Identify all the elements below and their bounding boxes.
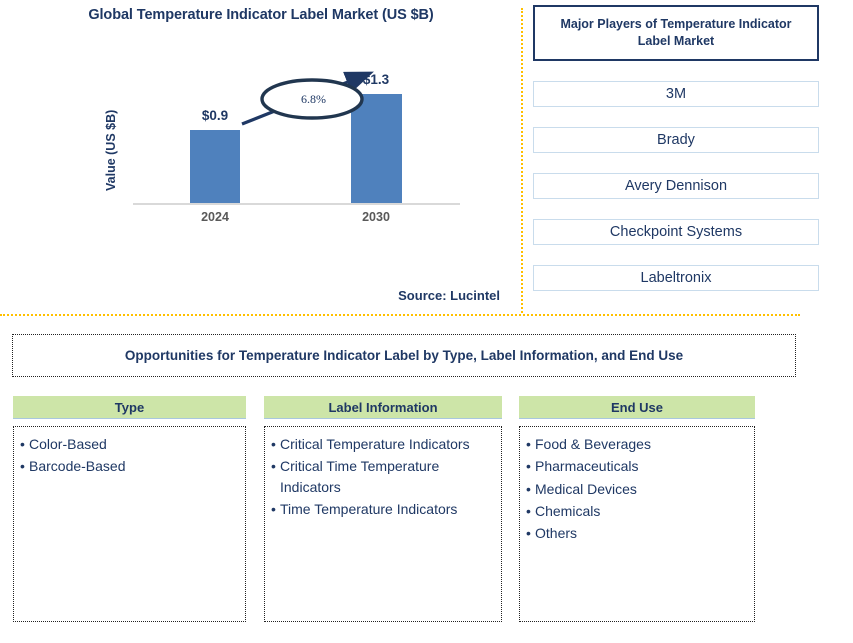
source-label: Source: Lucintel: [398, 288, 500, 303]
horizontal-divider: [0, 314, 800, 316]
list-item: • Barcode-Based: [20, 456, 239, 476]
opportunities-banner: Opportunities for Temperature Indicator …: [12, 334, 796, 377]
x-axis-line: [133, 203, 460, 205]
bullet-icon: •: [526, 436, 531, 452]
vertical-divider: [521, 8, 523, 313]
column-body-type: • Color-Based • Barcode-Based: [13, 426, 246, 622]
bullet-icon: •: [526, 502, 531, 519]
bullet-icon: •: [20, 436, 25, 452]
list-item-label: Pharmaceuticals: [535, 458, 639, 475]
list-item-label: Others: [535, 525, 578, 542]
player-item[interactable]: Labeltronix: [533, 265, 819, 291]
x-tick-2030: 2030: [362, 210, 390, 224]
bullet-icon: •: [271, 436, 276, 452]
bullet-icon: •: [20, 458, 25, 475]
list-item: • Chemicals: [526, 501, 748, 521]
column-body-end-use: • Food & Beverages • Pharmaceuticals • M…: [519, 426, 755, 622]
list-item: • Others: [526, 523, 748, 543]
player-item[interactable]: 3M: [533, 81, 819, 107]
bullet-icon: •: [271, 458, 276, 475]
list-item-label: Critical Temperature Indicators: [280, 436, 470, 452]
player-item[interactable]: Checkpoint Systems: [533, 219, 819, 245]
list-item-label: Critical Time Temperature Indicators: [280, 458, 440, 495]
player-item[interactable]: Avery Dennison: [533, 173, 819, 199]
list-item: • Color-Based: [20, 434, 239, 454]
x-tick-2024: 2024: [201, 210, 229, 224]
list-item: • Critical Time Temperature Indicators: [271, 456, 495, 497]
list-item-label: Color-Based: [29, 436, 107, 452]
list-item-label: Chemicals: [535, 502, 601, 519]
bullet-icon: •: [526, 458, 531, 475]
cagr-annotation: 6.8%: [240, 62, 385, 134]
player-item[interactable]: Brady: [533, 127, 819, 153]
bullet-icon: •: [526, 525, 531, 542]
y-axis-label: Value (US $B): [104, 109, 118, 192]
bullet-icon: •: [526, 480, 531, 497]
list-item: • Pharmaceuticals: [526, 456, 748, 476]
list-item: • Time Temperature Indicators: [271, 499, 495, 519]
list-item-label: Time Temperature Indicators: [280, 500, 458, 517]
list-item: • Medical Devices: [526, 479, 748, 499]
list-item: • Critical Temperature Indicators: [271, 434, 495, 454]
bullet-icon: •: [271, 500, 276, 517]
major-players-panel: Major Players of Temperature Indicator L…: [533, 5, 821, 291]
list-item-label: Medical Devices: [535, 480, 637, 497]
column-body-label-information: • Critical Temperature Indicators • Crit…: [264, 426, 502, 622]
column-header-end-use: End Use: [519, 396, 755, 419]
market-chart-panel: Global Temperature Indicator Label Marke…: [0, 0, 522, 318]
list-item: • Food & Beverages: [526, 434, 748, 454]
chart-title: Global Temperature Indicator Label Marke…: [88, 7, 434, 23]
major-players-header: Major Players of Temperature Indicator L…: [533, 5, 819, 61]
bar-2024: [190, 130, 240, 203]
column-header-type: Type: [13, 396, 246, 419]
cagr-arrow-icon: [241, 71, 374, 126]
list-item-label: Food & Beverages: [535, 436, 651, 452]
column-header-label-information: Label Information: [264, 396, 502, 419]
list-item-label: Barcode-Based: [29, 458, 126, 475]
